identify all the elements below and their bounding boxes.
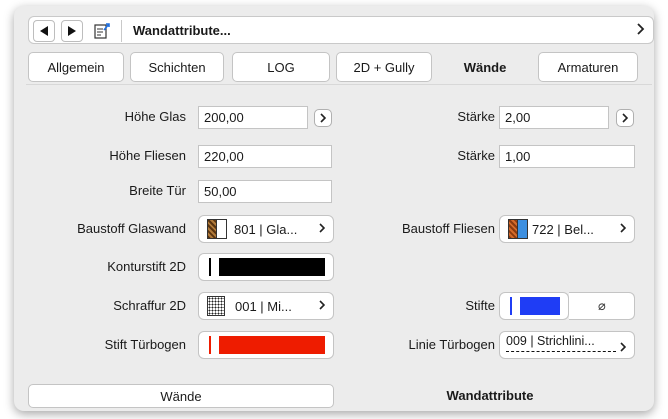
nav-title: Wandattribute... <box>133 23 231 38</box>
material-swatch <box>508 219 518 239</box>
dashed-line-preview <box>506 351 616 352</box>
waende-button[interactable]: Wände <box>28 384 334 408</box>
staerke-1-field[interactable]: 2,00 <box>499 106 609 129</box>
line-type-preview: 009 | Strichlini... <box>506 334 618 352</box>
linie-tuerbogen-label: Linie Türbogen <box>408 337 496 352</box>
pen-color-bar <box>219 258 325 276</box>
document-button[interactable] <box>91 20 113 42</box>
konturstift-2d-label: Konturstift 2D <box>107 259 186 274</box>
chevron-right-icon <box>620 223 626 233</box>
hoehe-glas-chevron-button[interactable] <box>314 109 332 127</box>
empty-set-icon: ⌀ <box>597 298 606 313</box>
tab-schichten[interactable]: Schichten <box>130 52 224 82</box>
stifte-label: Stifte <box>465 298 495 313</box>
baustoff-fliesen-label: Baustoff Fliesen <box>402 221 495 236</box>
chevron-right-icon <box>320 113 326 123</box>
pen-line-indicator <box>209 336 211 354</box>
nav-separator <box>121 20 122 42</box>
document-arrow-icon <box>94 23 110 39</box>
schraffur-2d-label: Schraffur 2D <box>113 298 186 313</box>
material-swatch-secondary <box>217 219 227 239</box>
pen-line-indicator <box>510 297 512 315</box>
tab-armaturen[interactable]: Armaturen <box>538 52 638 82</box>
chevron-right-icon <box>319 300 325 310</box>
material-swatch-secondary <box>518 219 528 239</box>
staerke-2-label: Stärke <box>457 148 495 163</box>
forward-button[interactable] <box>61 20 83 42</box>
chevron-right-icon <box>319 223 325 233</box>
hatch-pattern-icon <box>207 296 225 316</box>
staerke-2-field[interactable]: 1,00 <box>499 145 635 168</box>
pen-color-bar <box>219 336 325 354</box>
hoehe-fliesen-label: Höhe Fliesen <box>109 148 186 163</box>
breite-tuer-label: Breite Tür <box>129 183 186 198</box>
stift-tuerbogen-picker[interactable] <box>198 331 334 359</box>
navigation-bar: Wandattribute... <box>28 16 654 44</box>
pen-line-indicator <box>209 258 211 276</box>
triangle-right-icon <box>68 26 76 36</box>
tab-log[interactable]: LOG <box>232 52 330 82</box>
baustoff-fliesen-picker[interactable]: 722 | Bel... <box>499 215 635 243</box>
wandattribute-section-label: Wandattribute <box>446 387 534 403</box>
konturstift-2d-picker[interactable] <box>198 253 334 281</box>
linie-tuerbogen-picker[interactable]: 009 | Strichlini... <box>499 331 635 359</box>
staerke-1-chevron-button[interactable] <box>616 109 634 127</box>
stifte-none-button[interactable]: ⌀ <box>569 292 635 320</box>
breite-tuer-field[interactable]: 50,00 <box>198 180 332 203</box>
tab-waende[interactable]: Wände <box>438 50 532 84</box>
chevron-right-icon <box>620 342 626 352</box>
hoehe-glas-field[interactable]: 200,00 <box>198 106 308 129</box>
hoehe-glas-label: Höhe Glas <box>124 109 186 124</box>
schraffur-2d-picker[interactable]: 001 | Mi... <box>198 292 334 320</box>
back-button[interactable] <box>33 20 55 42</box>
stifte-picker[interactable] <box>499 292 569 320</box>
baustoff-glaswand-label: Baustoff Glaswand <box>77 221 186 236</box>
triangle-left-icon <box>40 26 48 36</box>
pen-color-bar <box>520 297 560 315</box>
tab-allgemein[interactable]: Allgemein <box>28 52 124 82</box>
chevron-right-icon[interactable] <box>637 22 645 36</box>
tab-2d-gully[interactable]: 2D + Gully <box>336 52 432 82</box>
stift-tuerbogen-label: Stift Türbogen <box>104 337 186 352</box>
baustoff-glaswand-picker[interactable]: 801 | Gla... <box>198 215 334 243</box>
staerke-1-label: Stärke <box>457 109 495 124</box>
hoehe-fliesen-field[interactable]: 220,00 <box>198 145 332 168</box>
material-swatch <box>207 219 217 239</box>
chevron-right-icon <box>622 113 628 123</box>
